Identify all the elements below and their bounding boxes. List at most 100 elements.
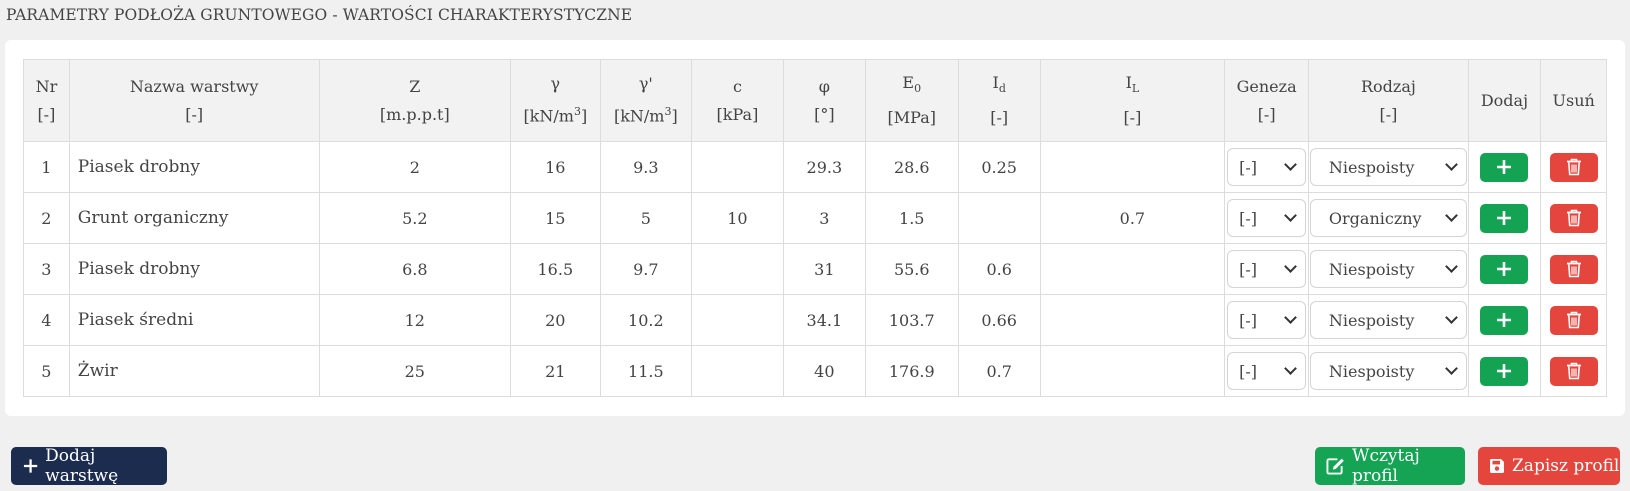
geneza-select[interactable]: [-]: [1227, 301, 1307, 339]
rodzaj-select[interactable]: Niespoisty: [1309, 352, 1467, 390]
plus-icon: [1496, 261, 1512, 277]
rodzaj-select[interactable]: Niespoisty: [1309, 148, 1467, 186]
chevron-down-icon: [1445, 209, 1458, 222]
cell-add: [1467, 192, 1542, 244]
cell-layer-name: Żwir: [68, 345, 320, 397]
cell-geneza: [-]: [1223, 294, 1310, 346]
add-row-button[interactable]: [1480, 203, 1529, 233]
chevron-down-icon: [1284, 311, 1297, 324]
rodzaj-select-value: Niespoisty: [1328, 361, 1415, 381]
cell-nr: 5: [23, 345, 70, 397]
table-row: 4 Piasek średni 12 20 10.2 34.1 103.7 0.66 [-] Ni…: [23, 294, 1607, 346]
header-c: c [kPa]: [691, 59, 784, 142]
cell-e0: 1.5: [864, 192, 959, 244]
add-row-button[interactable]: [1480, 152, 1529, 182]
header-rodzaj: Rodzaj [-]: [1308, 59, 1469, 142]
cell-phi: 40: [782, 345, 866, 397]
rodzaj-select-value: Organiczny: [1328, 208, 1422, 228]
header-e0: E0 [MPa]: [864, 59, 959, 142]
cell-gamma-prime: 9.3: [599, 141, 693, 193]
delete-row-button[interactable]: [1549, 356, 1598, 386]
chevron-down-icon: [1284, 362, 1297, 375]
plus-icon: [1496, 363, 1512, 379]
plus-icon: [23, 459, 38, 473]
delete-row-button[interactable]: [1549, 203, 1598, 233]
chevron-down-icon: [1284, 209, 1297, 222]
trash-icon: [1566, 209, 1582, 227]
cell-il: [1039, 345, 1225, 397]
page-title: PARAMETRY PODŁOŻA GRUNTOWEGO - WARTOŚCI …: [6, 6, 633, 24]
table-header-row: Nr [-] Nazwa warstwy [-] Z [m.p.p.t] γ [kN/m…: [23, 59, 1607, 142]
cell-c: [691, 294, 784, 346]
cell-add: [1467, 345, 1542, 397]
delete-row-button[interactable]: [1549, 254, 1598, 284]
rodzaj-select-value: Niespoisty: [1328, 259, 1415, 279]
header-delete: Usuń: [1540, 59, 1607, 142]
rodzaj-select[interactable]: Niespoisty: [1309, 301, 1467, 339]
add-row-button[interactable]: [1480, 305, 1529, 335]
rodzaj-select[interactable]: Organiczny: [1309, 199, 1467, 237]
table-row: 3 Piasek drobny 6.8 16.5 9.7 31 55.6 0.6 [-] Nies…: [23, 243, 1607, 295]
cell-layer-name: Grunt organiczny: [68, 192, 320, 244]
delete-row-button[interactable]: [1549, 305, 1598, 335]
cell-phi: 3: [782, 192, 866, 244]
plus-icon: [1496, 312, 1512, 328]
geneza-select[interactable]: [-]: [1227, 148, 1307, 186]
header-phi: φ [°]: [782, 59, 866, 142]
cell-il: [1039, 243, 1225, 295]
add-row-button[interactable]: [1480, 356, 1529, 386]
cell-c: [691, 345, 784, 397]
cell-layer-name: Piasek drobny: [68, 141, 320, 193]
table-row: 5 Żwir 25 21 11.5 40 176.9 0.7 [-] Niespoisty: [23, 345, 1607, 397]
cell-e0: 28.6: [864, 141, 959, 193]
cell-gamma-prime: 5: [599, 192, 693, 244]
cell-gamma-prime: 10.2: [599, 294, 693, 346]
delete-row-button[interactable]: [1549, 152, 1598, 182]
cell-delete: [1540, 141, 1607, 193]
table-row: 2 Grunt organiczny 5.2 15 5 10 3 1.5 0.7 [-] Organ…: [23, 192, 1607, 244]
add-row-button[interactable]: [1480, 254, 1529, 284]
cell-e0: 103.7: [864, 294, 959, 346]
rodzaj-select-value: Niespoisty: [1328, 157, 1415, 177]
add-layer-button[interactable]: Dodaj warstwę: [11, 446, 167, 486]
rodzaj-select-value: Niespoisty: [1328, 310, 1415, 330]
cell-delete: [1540, 294, 1607, 346]
plus-icon: [1496, 210, 1512, 226]
geneza-select[interactable]: [-]: [1227, 199, 1307, 237]
cell-e0: 176.9: [864, 345, 959, 397]
cell-gamma-prime: 9.7: [599, 243, 693, 295]
save-profile-button[interactable]: Zapisz profil: [1478, 447, 1620, 485]
rodzaj-select[interactable]: Niespoisty: [1309, 250, 1467, 288]
header-nr: Nr [-]: [23, 59, 70, 142]
load-profile-button[interactable]: Wczytaj profil: [1315, 446, 1465, 486]
cell-delete: [1540, 345, 1607, 397]
cell-id: 0.6: [957, 243, 1041, 295]
table-row: 1 Piasek drobny 2 16 9.3 29.3 28.6 0.25 [-] Niesp…: [23, 141, 1607, 193]
cell-id: 0.7: [957, 345, 1041, 397]
header-geneza: Geneza [-]: [1223, 59, 1310, 142]
cell-il: [1039, 141, 1225, 193]
cell-nr: 2: [23, 192, 70, 244]
cell-gamma-prime: 11.5: [599, 345, 693, 397]
trash-icon: [1566, 260, 1582, 278]
cell-gamma: 21: [510, 345, 601, 397]
cell-il: 0.7: [1039, 192, 1225, 244]
geneza-select[interactable]: [-]: [1227, 352, 1307, 390]
cell-rodzaj: Niespoisty: [1308, 243, 1469, 295]
chevron-down-icon: [1284, 158, 1297, 171]
cell-nr: 1: [23, 141, 70, 193]
edit-icon: [1326, 458, 1344, 475]
cell-c: [691, 243, 784, 295]
add-layer-label: Dodaj warstwę: [45, 446, 119, 486]
geneza-select[interactable]: [-]: [1227, 250, 1307, 288]
geneza-select-value: [-]: [1239, 310, 1258, 330]
header-gamma: γ [kN/m3]: [510, 59, 601, 142]
cell-nr: 3: [23, 243, 70, 295]
cell-rodzaj: Niespoisty: [1308, 141, 1469, 193]
cell-phi: 29.3: [782, 141, 866, 193]
cell-gamma: 20: [510, 294, 601, 346]
cell-delete: [1540, 192, 1607, 244]
cell-z: 5.2: [318, 192, 512, 244]
chevron-down-icon: [1445, 260, 1458, 273]
chevron-down-icon: [1445, 311, 1458, 324]
